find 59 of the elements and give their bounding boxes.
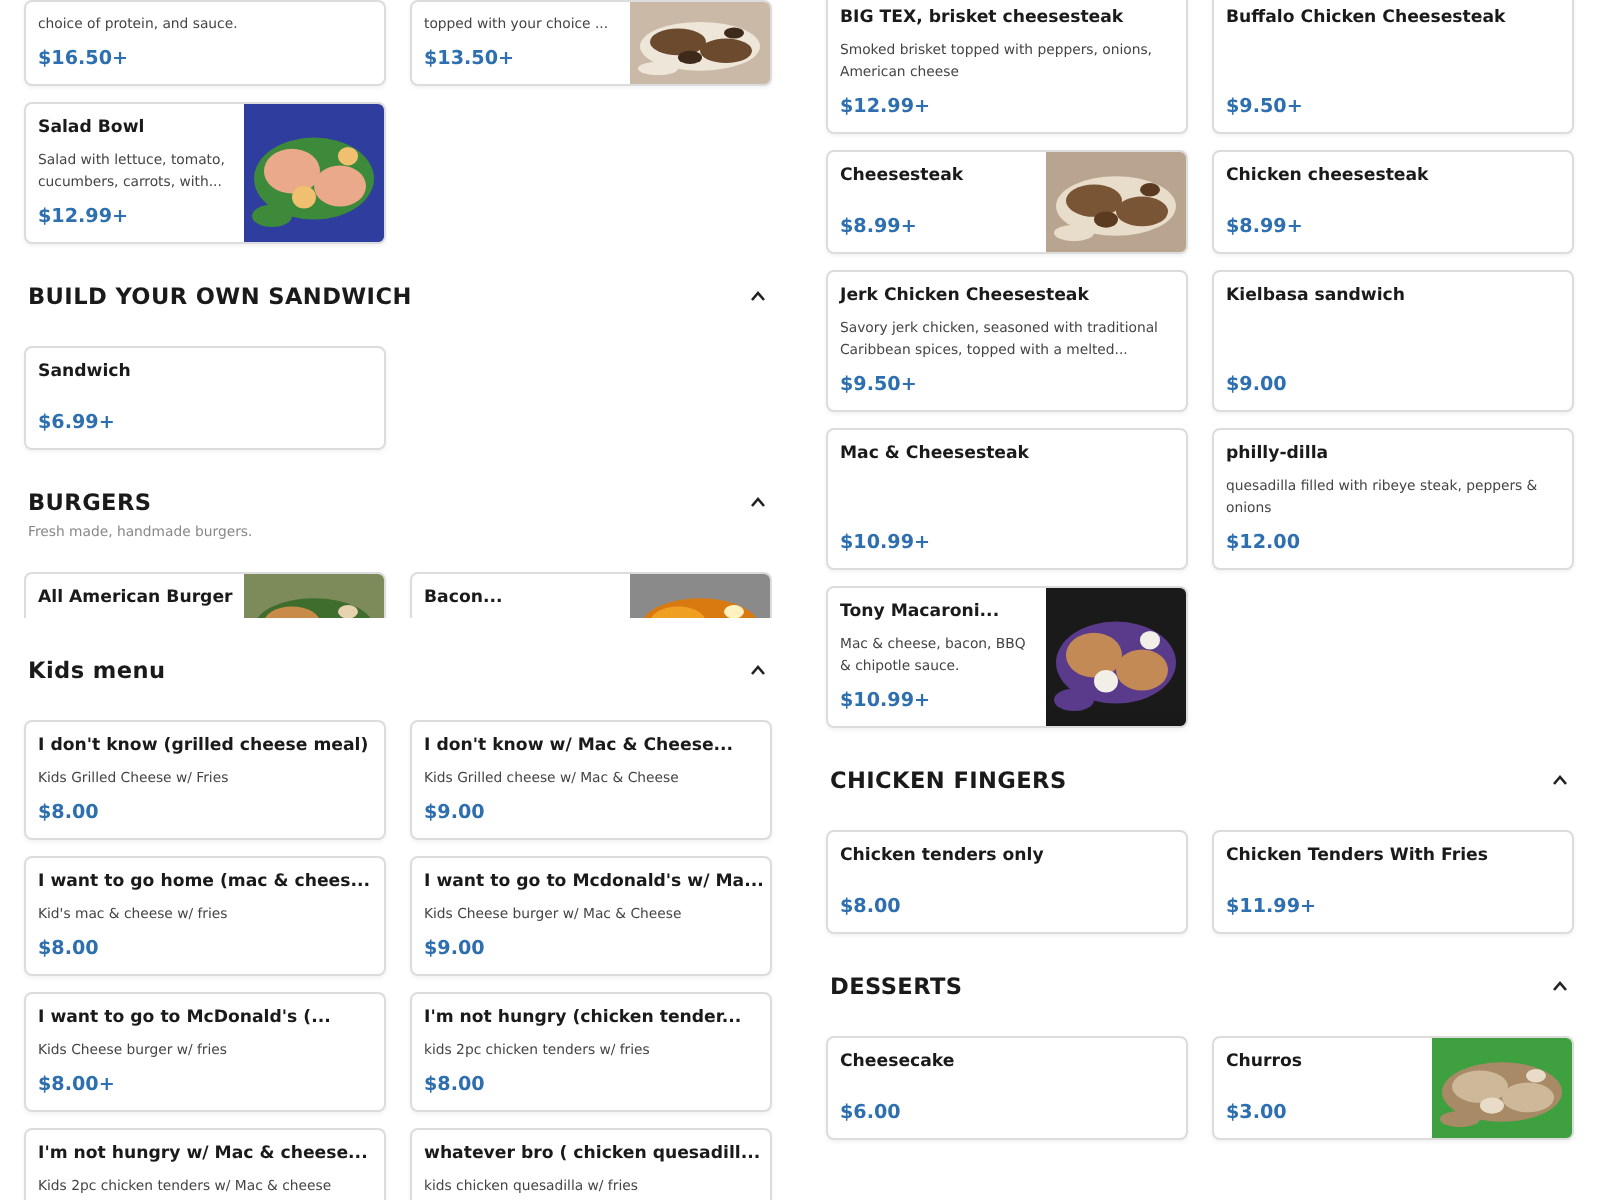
item-price: $6.00	[840, 1100, 903, 1126]
item-name: whatever bro ( chicken quesadill...	[424, 1142, 758, 1168]
item-price: $10.99+	[840, 530, 933, 556]
menu-card[interactable]: Sandwich $6.99+	[24, 346, 386, 450]
item-name: I want to go to McDonald's (...	[38, 1006, 333, 1032]
item-name: I don't know (grilled cheese meal)	[38, 734, 371, 760]
menu-card[interactable]: Bacon...	[410, 572, 772, 618]
item-price: $9.00	[1226, 372, 1289, 398]
item-price: $9.50+	[1226, 94, 1305, 120]
item-name: All American Burger	[38, 586, 232, 612]
item-name: Churros	[1226, 1050, 1305, 1076]
menu-card[interactable]: All American Burger	[24, 572, 386, 618]
item-price: $6.99+	[38, 410, 117, 436]
item-name: Cheesecake	[840, 1050, 957, 1076]
item-price: $8.00	[38, 936, 101, 962]
section-title: BURGERS	[28, 488, 154, 520]
section-title: CHICKEN FINGERS	[830, 766, 1067, 798]
item-name: I want to go to Mcdonald's w/ Ma...	[424, 870, 758, 896]
item-price: $9.00	[424, 800, 487, 826]
item-price: $12.99+	[840, 94, 933, 120]
item-price: $8.99+	[840, 214, 919, 240]
item-price: $10.99+	[840, 688, 933, 714]
item-name: I'm not hungry w/ Mac & cheese...	[38, 1142, 370, 1168]
item-name: Sandwich	[38, 360, 133, 386]
item-price: $3.00	[1226, 1100, 1289, 1126]
item-name: Chicken cheesesteak	[1226, 164, 1431, 190]
item-price: $9.50+	[840, 372, 919, 398]
item-price: $8.00	[38, 800, 101, 826]
item-price: $8.00	[840, 894, 903, 920]
item-name: Kielbasa sandwich	[1226, 284, 1408, 310]
item-name: Mac & Cheesesteak	[840, 442, 1032, 468]
item-name: Chicken tenders only	[840, 844, 1046, 870]
item-price: $12.99+	[38, 204, 131, 230]
item-name: BIG TEX, brisket cheesesteak	[840, 6, 1126, 32]
item-price: $8.99+	[1226, 214, 1305, 240]
item-name: I don't know w/ Mac & Cheese...	[424, 734, 736, 760]
item-price: $11.99+	[1226, 894, 1319, 920]
item-price: $8.00+	[38, 1072, 117, 1098]
item-name: I want to go home (mac & chees...	[38, 870, 372, 896]
item-name: Jerk Chicken Cheesesteak	[840, 284, 1091, 310]
chevron-up-icon[interactable]	[750, 290, 766, 302]
item-name: Chicken Tenders With Fries	[1226, 844, 1490, 870]
chevron-up-icon[interactable]	[750, 496, 766, 508]
section-title: BUILD YOUR OWN SANDWICH	[28, 282, 412, 314]
item-price: $16.50+	[38, 46, 131, 72]
item-name: Bacon...	[424, 586, 505, 612]
item-name: Buffalo Chicken Cheesesteak	[1226, 6, 1508, 32]
item-price: $12.00	[1226, 530, 1303, 556]
section-title: Kids menu	[28, 656, 166, 688]
chevron-up-icon[interactable]	[750, 664, 766, 676]
item-name: I'm not hungry (chicken tender...	[424, 1006, 744, 1032]
section-title: DESSERTS	[830, 972, 963, 1004]
item-name: Cheesesteak	[840, 164, 966, 190]
item-price: $9.00	[424, 936, 487, 962]
item-name: philly-dilla	[1226, 442, 1331, 468]
item-name: Tony Macaroni...	[840, 600, 1002, 626]
item-price: $13.50+	[424, 46, 517, 72]
item-price: $8.00	[424, 1072, 487, 1098]
item-name: Salad Bowl	[38, 116, 147, 142]
